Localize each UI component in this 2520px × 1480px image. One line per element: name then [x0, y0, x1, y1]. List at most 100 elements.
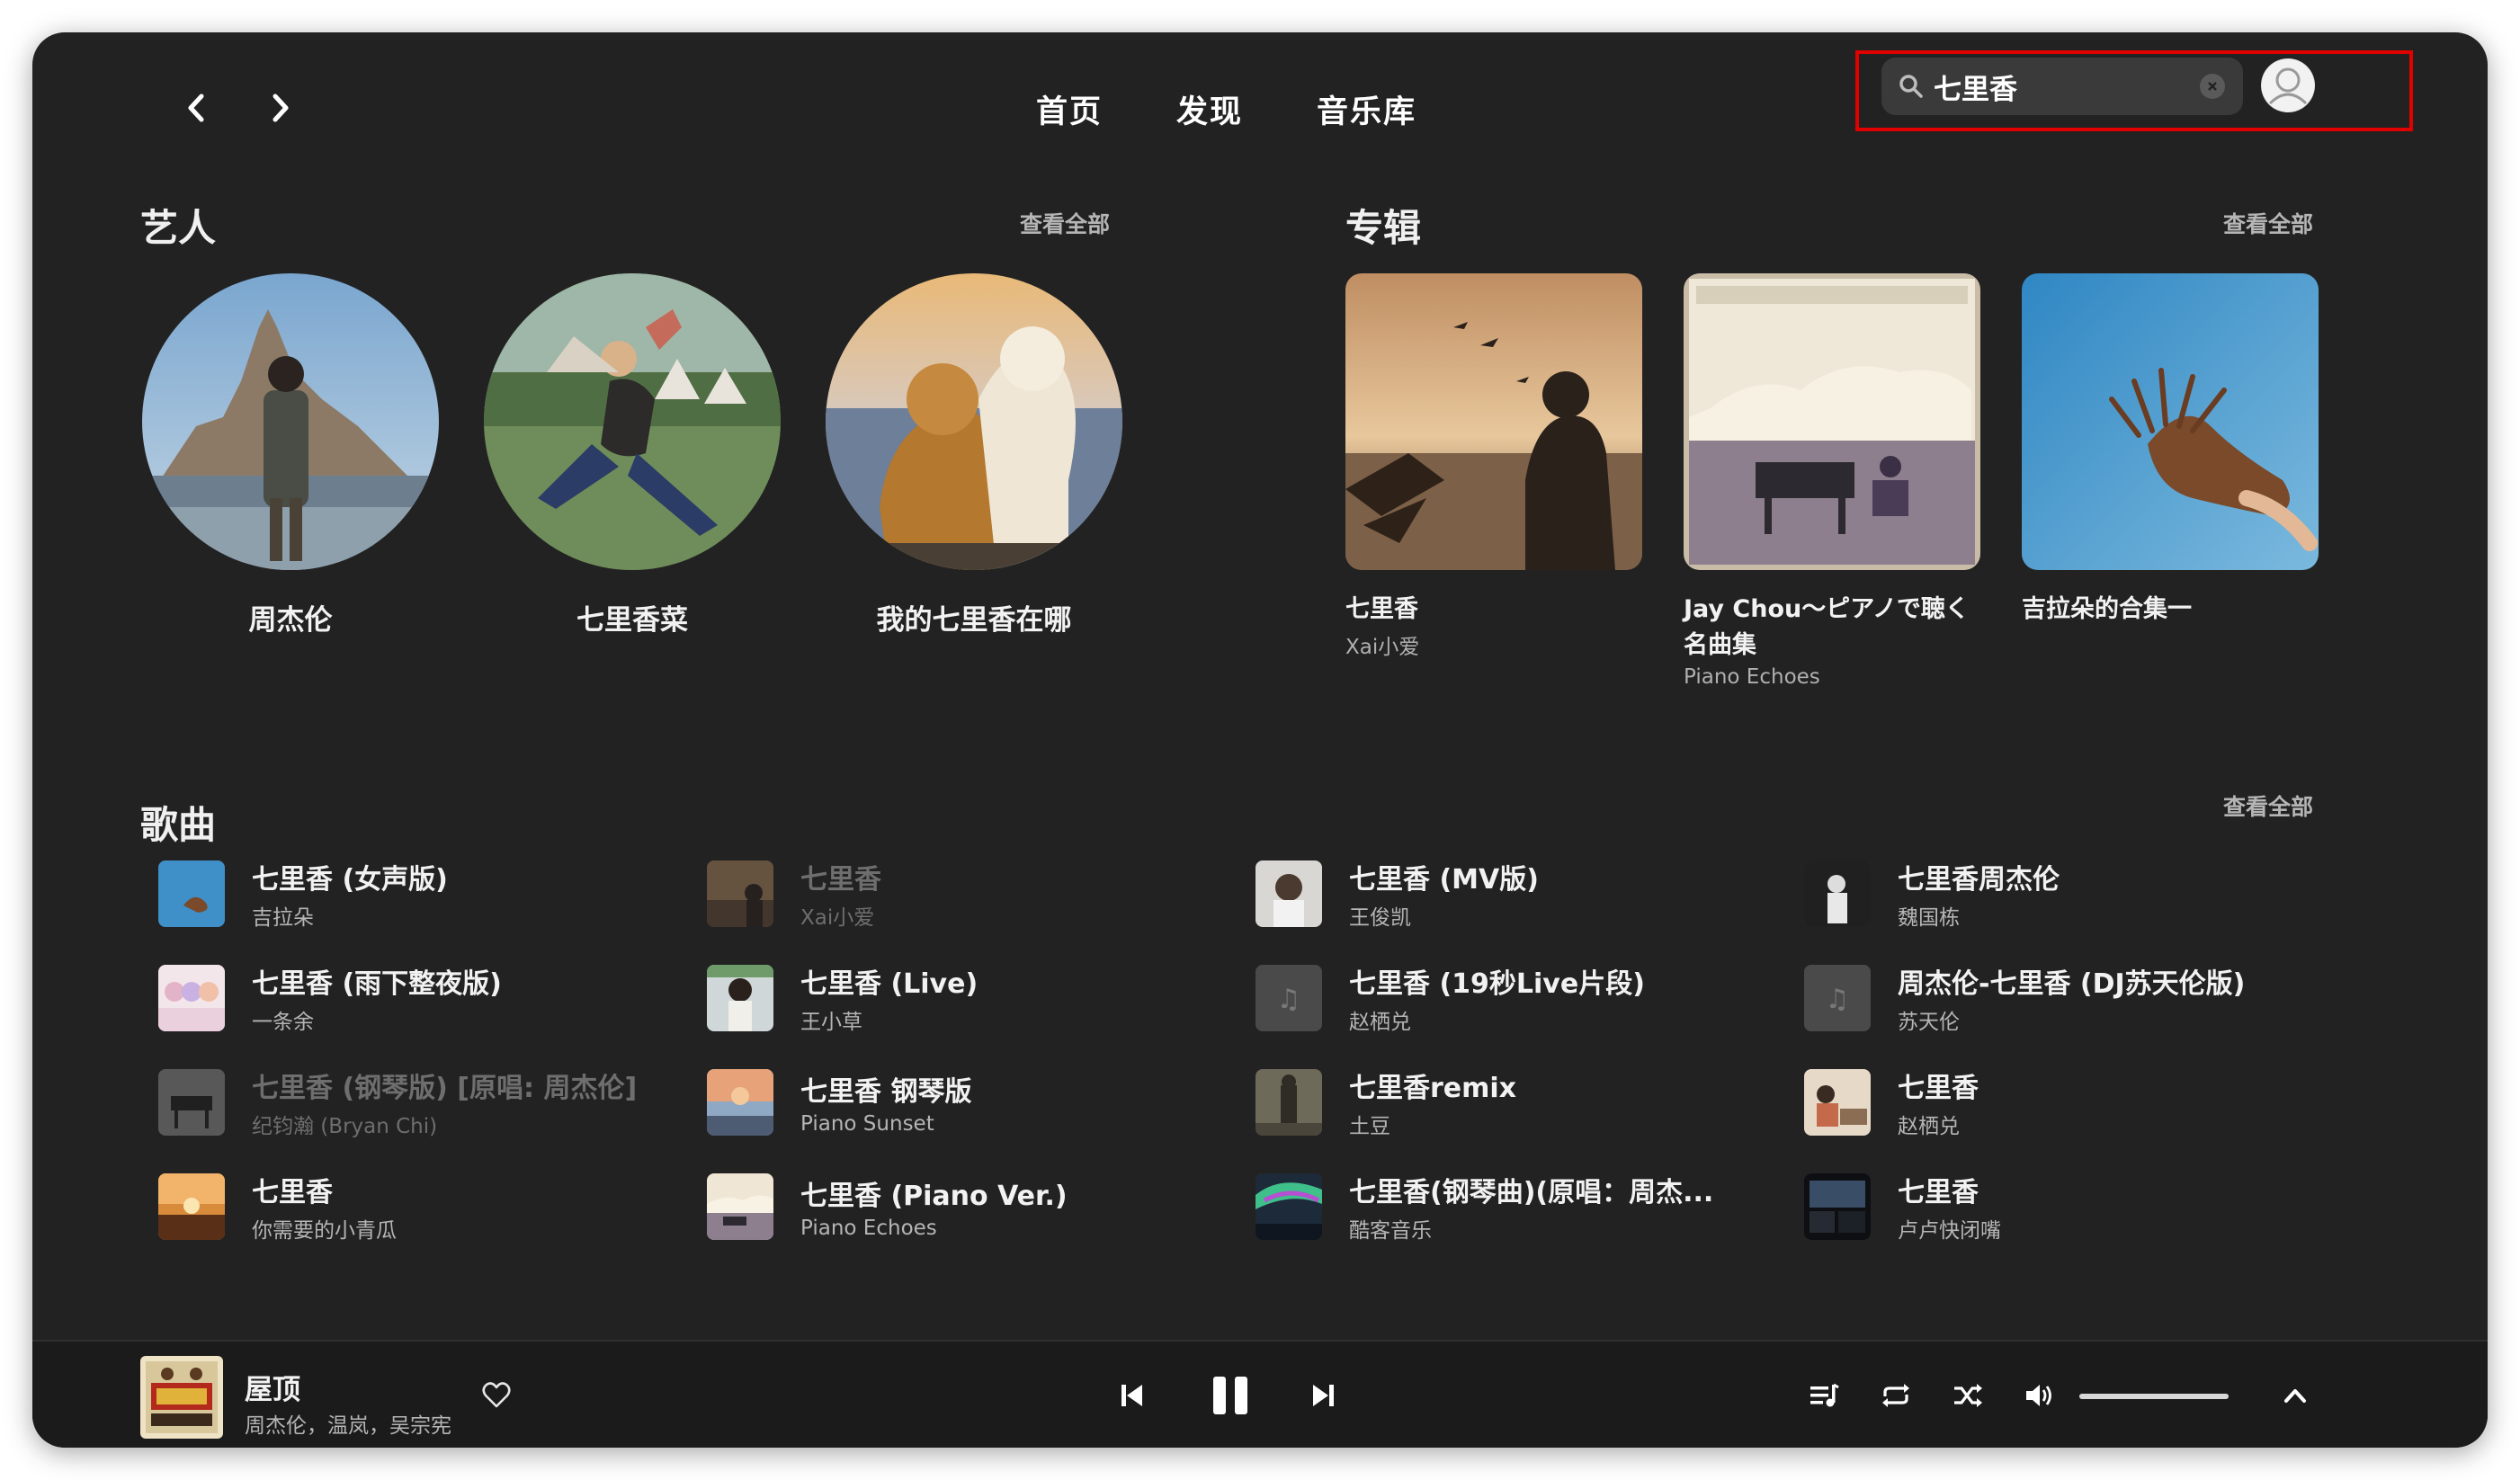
clear-search-button[interactable] — [2200, 74, 2225, 99]
album-card[interactable]: Jay Chou～ピアノで聴く名曲集 Piano Echoes — [1684, 273, 1980, 689]
song-artist: 酷客音乐 — [1349, 1219, 1432, 1243]
song-row[interactable]: 七里香周杰伦 魏国栋 — [1804, 860, 2326, 930]
next-track-button[interactable] — [1304, 1376, 1344, 1415]
song-row[interactable]: 七里香 你需要的小青瓜 — [158, 1172, 680, 1243]
song-title: 七里香 (MV版) — [1349, 864, 1539, 896]
song-title: 七里香 (钢琴版) [原唱: 周杰伦] — [252, 1073, 638, 1104]
song-thumbnail — [1256, 1173, 1322, 1240]
forward-button[interactable] — [261, 88, 300, 128]
tab-discover[interactable]: 发现 — [1176, 86, 1243, 132]
song-artist: 王小草 — [800, 1011, 862, 1034]
song-title: 七里香 (19秒Live片段) — [1349, 968, 1645, 1000]
song-title: 七里香 — [1898, 1177, 1979, 1208]
svg-text:♫: ♫ — [1826, 984, 1850, 1015]
artist-card[interactable]: 七里香菜 — [484, 273, 781, 637]
album-title: Jay Chou～ピアノで聴く名曲集 — [1684, 595, 1970, 659]
song-thumbnail: ♫ — [1804, 965, 1871, 1031]
song-thumbnail — [158, 1069, 225, 1136]
song-title: 七里香 — [800, 864, 881, 896]
song-title: 七里香 (Piano Ver.) — [800, 1181, 1068, 1212]
song-row[interactable]: 七里香 (雨下整夜版) 一条余 — [158, 964, 680, 1034]
song-thumbnail — [1804, 1069, 1871, 1136]
volume-level — [2079, 1394, 2229, 1399]
album-artist: Xai小爱 — [1345, 636, 1420, 659]
albums-see-all-link[interactable]: 查看全部 — [2223, 207, 2313, 239]
song-row[interactable]: 七里香 卢卢快闭嘴 — [1804, 1172, 2326, 1243]
song-row[interactable]: 七里香 钢琴版 Piano Sunset — [707, 1068, 1229, 1137]
skip-next-icon — [1313, 1385, 1334, 1406]
shuffle-button[interactable] — [1950, 1377, 1986, 1413]
song-artist: 赵栖兑 — [1349, 1011, 1411, 1034]
artists-see-all-link[interactable]: 查看全部 — [1020, 207, 1110, 239]
previous-track-button[interactable] — [1112, 1376, 1151, 1415]
tab-home[interactable]: 首页 — [1036, 86, 1103, 132]
heart-icon — [482, 1382, 511, 1408]
song-thumbnail — [158, 1173, 225, 1240]
song-title: 七里香(钢琴曲)(原唱：周杰... — [1349, 1177, 1714, 1208]
pause-button[interactable] — [1203, 1369, 1257, 1422]
user-avatar[interactable] — [2261, 58, 2315, 112]
song-row[interactable]: 七里香 (钢琴版) [原唱: 周杰伦] 纪钧瀚 (Bryan Chi) — [158, 1068, 680, 1138]
now-playing-title[interactable]: 屋顶 — [245, 1367, 300, 1407]
song-thumbnail — [158, 860, 225, 927]
tab-library[interactable]: 音乐库 — [1317, 86, 1416, 132]
song-row[interactable]: 七里香remix 土豆 — [1256, 1068, 1777, 1138]
album-title: 吉拉朵的合集一 — [2022, 595, 2192, 623]
song-row[interactable]: 七里香 (Live) 王小草 — [707, 964, 1229, 1034]
song-row[interactable]: 七里香 (MV版) 王俊凯 — [1256, 860, 1777, 930]
songs-see-all-link[interactable]: 查看全部 — [2223, 789, 2313, 822]
song-row[interactable]: ♫ 周杰伦-七里香 (DJ苏天伦版) 苏天伦 — [1804, 964, 2326, 1034]
album-cover — [1345, 273, 1642, 570]
song-thumbnail — [707, 860, 773, 927]
chevron-up-icon — [2284, 1389, 2306, 1403]
like-button[interactable] — [478, 1377, 514, 1413]
artists-section-title: 艺人 — [140, 206, 217, 250]
repeat-icon — [1882, 1384, 1909, 1407]
now-playing-cover[interactable] — [140, 1356, 223, 1439]
song-artist: 纪钧瀚 (Bryan Chi) — [252, 1115, 438, 1138]
now-playing-artists[interactable]: 周杰伦，温岚，吴宗宪 — [245, 1408, 451, 1439]
song-thumbnail — [707, 1069, 773, 1136]
song-row[interactable]: ♫ 七里香 (19秒Live片段) 赵栖兑 — [1256, 964, 1777, 1034]
volume-icon — [2026, 1385, 2051, 1406]
song-title: 七里香 (雨下整夜版) — [252, 968, 502, 1000]
song-row[interactable]: 七里香 (Piano Ver.) Piano Echoes — [707, 1172, 1229, 1241]
artist-card[interactable]: 我的七里香在哪 — [826, 273, 1122, 637]
album-card[interactable]: 七里香 Xai小爱 — [1345, 273, 1642, 660]
song-artist: Xai小爱 — [800, 906, 875, 930]
song-row[interactable]: 七里香(钢琴曲)(原唱：周杰... 酷客音乐 — [1256, 1172, 1777, 1243]
artist-photo — [142, 273, 439, 570]
song-artist: 苏天伦 — [1898, 1011, 1960, 1034]
artist-name: 七里香菜 — [576, 604, 688, 637]
back-button[interactable] — [176, 88, 216, 128]
volume-button[interactable] — [2022, 1377, 2058, 1413]
album-cover — [2022, 273, 2319, 570]
album-artist: Piano Echoes — [1684, 665, 1820, 689]
song-thumbnail — [1256, 860, 1322, 927]
playlist-button[interactable] — [1806, 1377, 1842, 1413]
songs-section-title: 歌曲 — [140, 803, 217, 847]
song-thumbnail — [707, 1173, 773, 1240]
repeat-button[interactable] — [1878, 1377, 1914, 1413]
shuffle-icon — [1954, 1384, 1982, 1407]
artist-card[interactable]: 周杰伦 — [142, 273, 439, 637]
search-input[interactable] — [1934, 70, 2194, 103]
artist-name: 周杰伦 — [248, 604, 333, 637]
album-card[interactable]: 吉拉朵的合集一 — [2022, 273, 2319, 629]
album-title: 七里香 — [1345, 595, 1418, 623]
chevron-left-icon — [188, 94, 204, 122]
song-row[interactable]: 七里香 Xai小爱 — [707, 860, 1229, 930]
expand-player-button[interactable] — [2277, 1377, 2313, 1413]
song-artist: 卢卢快闭嘴 — [1898, 1219, 2001, 1243]
song-row[interactable]: 七里香 (女声版) 吉拉朵 — [158, 860, 680, 930]
song-title: 七里香 — [1898, 1073, 1979, 1104]
search-box[interactable] — [1881, 58, 2243, 115]
song-artist: 一条余 — [252, 1011, 314, 1034]
volume-slider[interactable] — [2079, 1394, 2229, 1399]
song-row[interactable]: 七里香 赵栖兑 — [1804, 1068, 2326, 1138]
svg-text:♫: ♫ — [1277, 984, 1301, 1015]
song-thumbnail: ♫ — [1256, 965, 1322, 1031]
artist-photo — [484, 273, 781, 570]
app-window: 首页 发现 音乐库 艺人 查看全部 — [32, 32, 2488, 1448]
song-artist: Piano Echoes — [800, 1217, 937, 1240]
